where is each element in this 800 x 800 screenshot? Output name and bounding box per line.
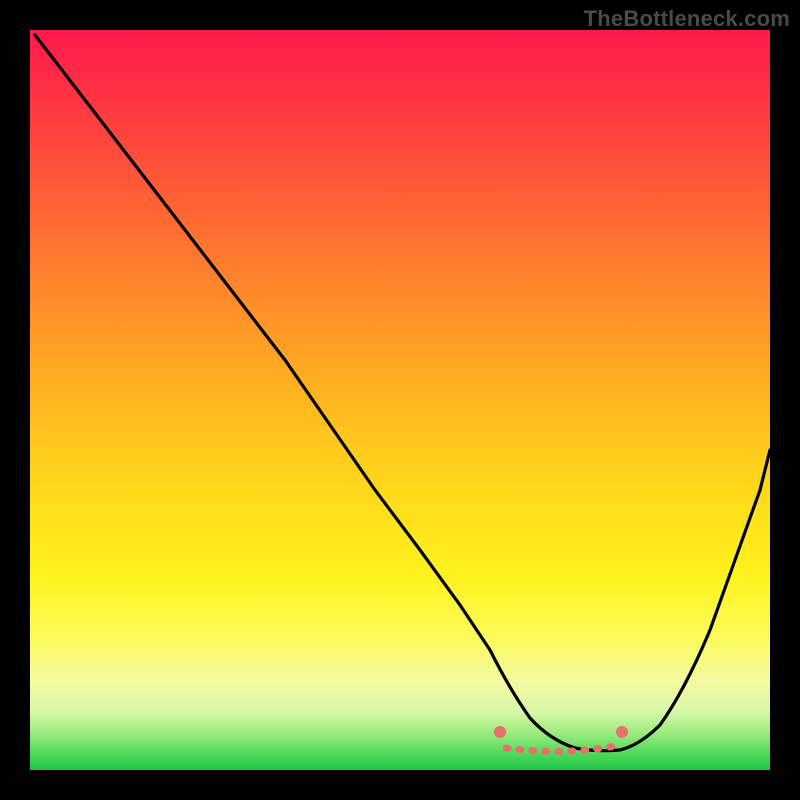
marker-dot-right xyxy=(616,726,628,738)
bottleneck-curve-path xyxy=(35,35,770,751)
plot-area xyxy=(30,30,770,770)
watermark-text: TheBottleneck.com xyxy=(584,6,790,32)
marker-dot-left xyxy=(494,726,506,738)
marker-dotted-line xyxy=(506,746,616,752)
chart-frame: TheBottleneck.com xyxy=(0,0,800,800)
bottleneck-curve-svg xyxy=(30,30,770,770)
